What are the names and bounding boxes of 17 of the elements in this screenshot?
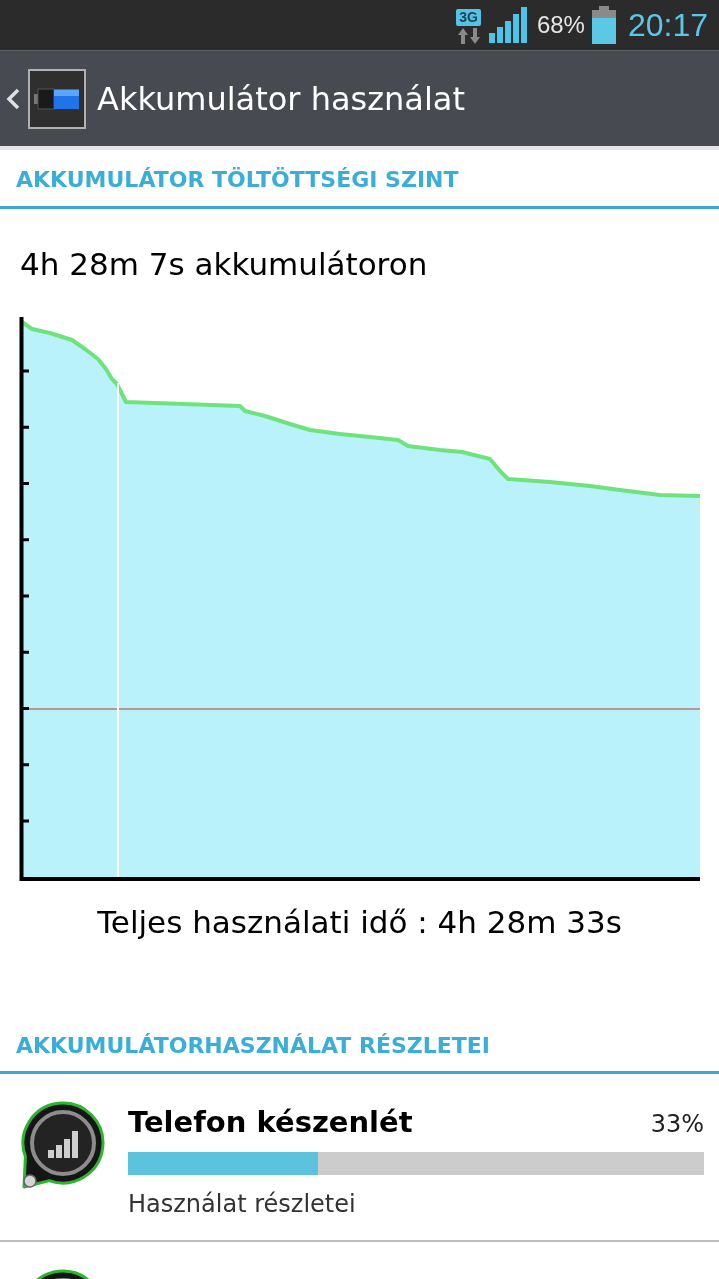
data-arrows-icon xyxy=(456,27,481,44)
usage-item-title: Telefon készenlét xyxy=(128,1104,413,1141)
signal-strength-icon xyxy=(488,7,527,43)
battery-app-icon xyxy=(28,68,86,129)
section-header: AKKUMULÁTOR TÖLTÖTTSÉGI SZINT xyxy=(0,150,719,209)
back-icon[interactable] xyxy=(6,87,20,110)
battery-percent: 68% xyxy=(536,10,585,40)
usage-percent: 33% xyxy=(650,1110,704,1138)
on-battery-time: 4h 28m 7s akkumulátoron xyxy=(20,246,429,282)
battery-icon xyxy=(591,6,616,44)
network-type-badge: 3G xyxy=(456,8,481,26)
screen-title: Akkumulátor használat xyxy=(97,78,465,119)
usage-details-link[interactable]: Használat részletei xyxy=(128,1190,356,1218)
section-header: AKKUMULÁTORHASZNÁLAT RÉSZLETEI xyxy=(0,1031,719,1074)
total-usage-time: Teljes használati idő : 4h 28m 33s xyxy=(96,904,623,940)
signal-app-icon xyxy=(18,1099,108,1191)
clock-time: 20:17 xyxy=(627,7,708,43)
